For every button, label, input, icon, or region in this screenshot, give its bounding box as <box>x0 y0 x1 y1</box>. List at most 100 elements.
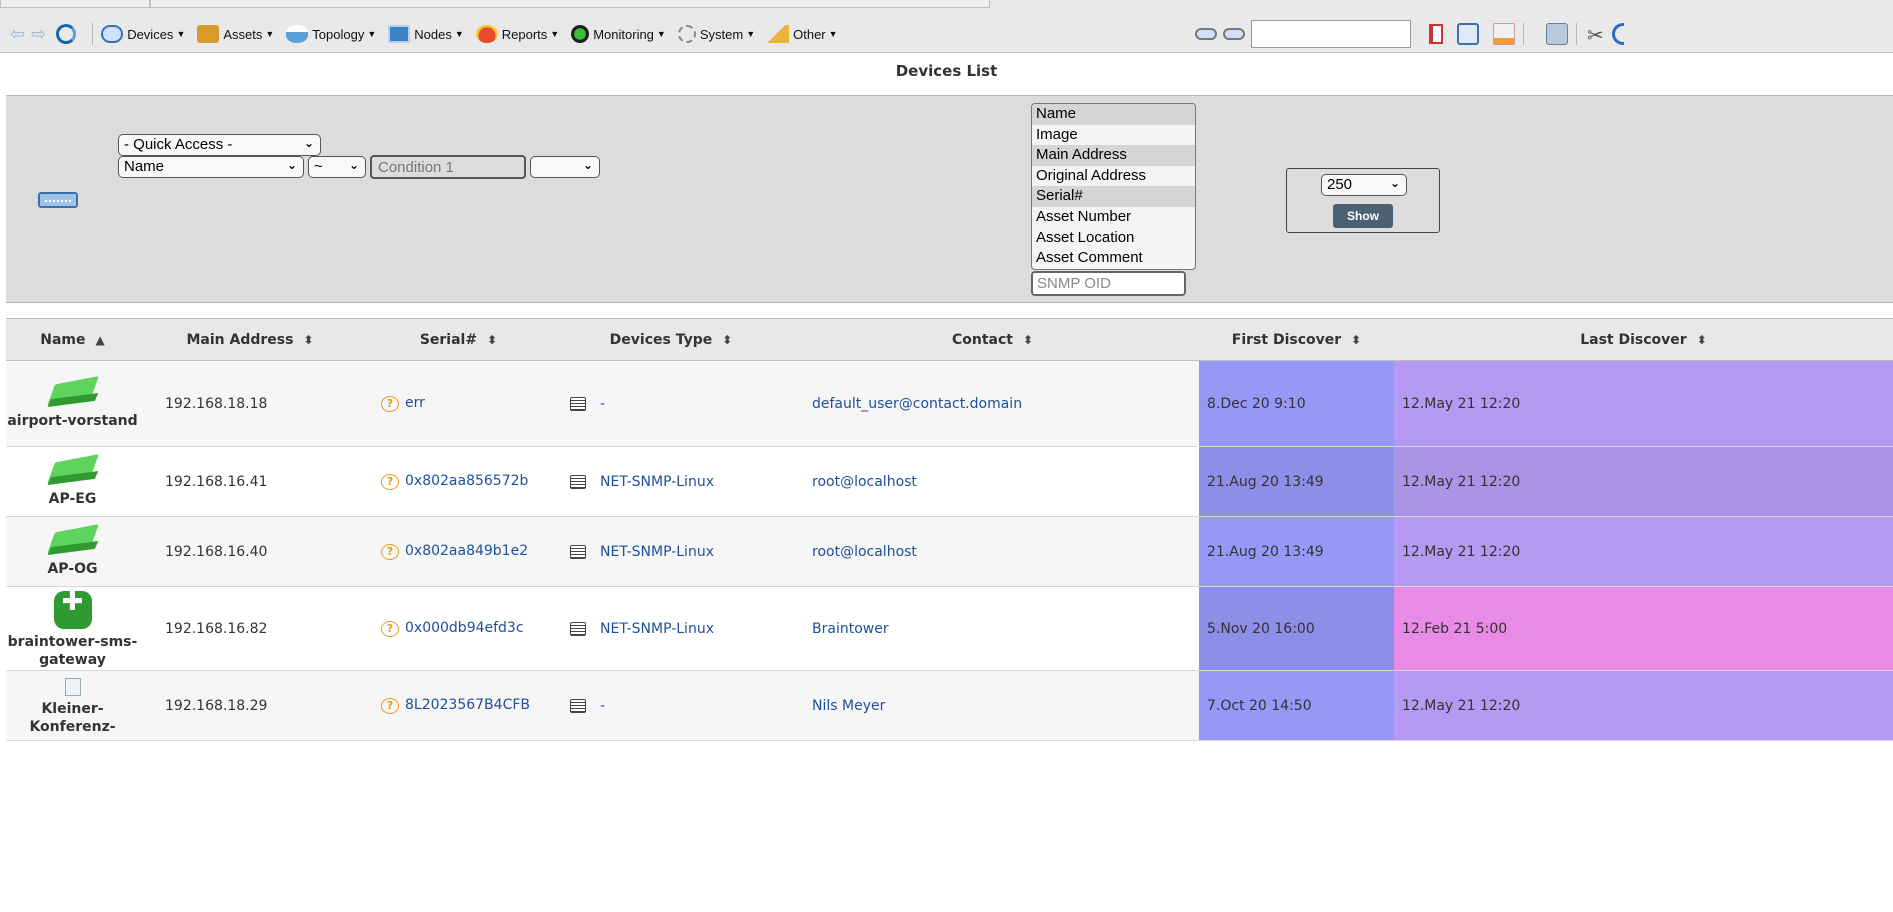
toolbar-menu-row: ⇦ ⇨ Devices ▼ Assets ▼ Topology ▼ Nodes ▼ Report… <box>10 22 850 46</box>
show-button[interactable]: Show <box>1333 204 1393 228</box>
export-pdf-icon[interactable] <box>1493 23 1515 45</box>
device-type-icon <box>570 396 586 411</box>
caret-down-icon: ▼ <box>550 29 560 39</box>
serial-link[interactable]: err <box>405 395 425 411</box>
question-icon[interactable]: ? <box>381 474 399 490</box>
help-icon[interactable] <box>1611 23 1624 45</box>
serial-cell: ? 0x000db94efd3c <box>361 586 556 671</box>
device-name[interactable]: braintower-sms-gateway <box>8 634 138 668</box>
sort-ascending-icon: ▲ <box>95 332 105 347</box>
column-multiselect[interactable]: Name Image Main Address Original Address Ser… <box>1031 103 1196 270</box>
chevron-down-icon: ⌄ <box>1389 176 1400 190</box>
last-discover-date: 12.May 21 12:20 <box>1402 543 1521 560</box>
device-type-link[interactable]: NET-SNMP-Linux <box>600 621 714 637</box>
condition-input[interactable]: Condition 1 <box>370 155 526 179</box>
print-icon[interactable] <box>1457 23 1479 45</box>
device-name[interactable]: Kleiner-Konferenz- <box>29 701 115 735</box>
device-type-link[interactable]: - <box>600 396 605 412</box>
field-select[interactable]: Name ⌄ <box>118 156 304 178</box>
main-address: 192.168.16.82 <box>165 620 268 637</box>
contact-link[interactable]: default_user@contact.domain <box>812 396 1022 412</box>
menu-reports[interactable]: Reports ▼ <box>475 25 560 43</box>
column-header[interactable]: First Discover ⬍ <box>1199 318 1394 361</box>
last-discover-cell: 12.May 21 12:20 <box>1394 516 1893 587</box>
column-option[interactable]: Main Address <box>1032 145 1195 166</box>
operator-select[interactable]: ~ ⌄ <box>308 156 366 178</box>
caret-down-icon: ▼ <box>176 29 186 39</box>
first-discover-date: 5.Nov 20 16:00 <box>1207 620 1315 637</box>
menu-other[interactable]: Other ▼ <box>767 25 838 43</box>
quick-access-select[interactable]: - Quick Access - ⌄ <box>118 134 321 156</box>
menu-nodes[interactable]: Nodes ▼ <box>388 25 464 43</box>
menu-assets[interactable]: Assets ▼ <box>197 25 274 43</box>
column-header[interactable]: Devices Type ⬍ <box>556 318 786 361</box>
column-option[interactable]: Serial# <box>1032 186 1195 207</box>
column-header[interactable]: Last Discover ⬍ <box>1394 318 1893 361</box>
device-name[interactable]: AP-OG <box>47 561 97 577</box>
question-icon[interactable]: ? <box>381 621 399 637</box>
menu-label: Other <box>793 26 826 42</box>
first-discover-cell: 8.Dec 20 9:10 <box>1199 360 1394 447</box>
table-row[interactable]: airport-vorstand 192.168.18.18? err - defaul… <box>6 360 1893 447</box>
column-option[interactable]: Name <box>1032 104 1195 125</box>
column-option[interactable]: Asset Location <box>1032 228 1195 249</box>
column-option[interactable]: Original Address <box>1032 166 1195 187</box>
menu-devices[interactable]: Devices ▼ <box>101 25 185 43</box>
condition-extra-select[interactable]: ⌄ <box>530 156 600 178</box>
device-name-cell[interactable]: AP-OG <box>6 516 139 587</box>
question-icon[interactable]: ? <box>381 698 399 714</box>
device-type-link[interactable]: - <box>600 698 605 714</box>
refresh-icon[interactable] <box>56 24 77 44</box>
device-name-cell[interactable]: AP-EG <box>6 446 139 517</box>
device-name-cell[interactable]: braintower-sms-gateway <box>6 586 139 671</box>
other-icon <box>767 25 790 43</box>
devices-table: Name ▲ Main Address ⬍ Serial# ⬍ Devices Type ⬍ C… <box>6 318 1893 741</box>
serial-link[interactable]: 0x802aa856572b <box>405 473 528 489</box>
column-option[interactable]: Asset Number <box>1032 207 1195 228</box>
table-row[interactable]: Kleiner-Konferenz- 192.168.18.29? 8L202356… <box>6 670 1893 741</box>
column-header[interactable]: Name ▲ <box>6 318 139 361</box>
contact-link[interactable]: root@localhost <box>812 544 917 560</box>
device-list-icon[interactable] <box>1223 28 1245 40</box>
menu-monitoring[interactable]: Monitoring ▼ <box>571 25 666 43</box>
device-type-link[interactable]: NET-SNMP-Linux <box>600 474 714 490</box>
column-option[interactable]: Asset Comment <box>1032 248 1195 269</box>
menu-topology[interactable]: Topology ▼ <box>286 25 376 43</box>
column-header[interactable]: Contact ⬍ <box>786 318 1199 361</box>
table-row[interactable]: AP-EG 192.168.16.41? 0x802aa856572b NET-SNM… <box>6 446 1893 517</box>
upload-icon[interactable] <box>1546 23 1568 45</box>
serial-link[interactable]: 0x802aa849b1e2 <box>405 543 528 559</box>
device-name-cell[interactable]: airport-vorstand <box>6 360 139 447</box>
page-size-select[interactable]: 250 ⌄ <box>1321 174 1407 196</box>
column-option[interactable]: Image <box>1032 125 1195 146</box>
assets-icon <box>197 25 220 43</box>
question-icon[interactable]: ? <box>381 396 399 412</box>
column-header[interactable]: Main Address ⬍ <box>139 318 361 361</box>
contact-link[interactable]: Nils Meyer <box>812 698 885 714</box>
forward-arrow-icon[interactable]: ⇨ <box>31 24 46 45</box>
table-row[interactable]: AP-OG 192.168.16.40? 0x802aa849b1e2 NET-SNM… <box>6 516 1893 587</box>
device-name[interactable]: airport-vorstand <box>7 413 137 429</box>
device-view-icon[interactable] <box>1195 28 1217 40</box>
device-name-cell[interactable]: Kleiner-Konferenz- <box>6 670 139 741</box>
page-title: Devices List <box>895 62 998 80</box>
serial-link[interactable]: 8L2023567B4CFB <box>405 697 530 713</box>
snmp-oid-input[interactable]: SNMP OID <box>1031 271 1186 296</box>
back-arrow-icon[interactable]: ⇦ <box>10 24 25 45</box>
toolbar-search-input[interactable] <box>1251 20 1411 48</box>
serial-link[interactable]: 0x000db94efd3c <box>405 620 524 636</box>
table-row[interactable]: braintower-sms-gateway 192.168.16.82? 0x00… <box>6 586 1893 671</box>
device-type-link[interactable]: NET-SNMP-Linux <box>600 544 714 560</box>
contact-cell: root@localhost <box>786 446 1199 517</box>
column-header[interactable]: Serial# ⬍ <box>361 318 556 361</box>
menu-system[interactable]: System ▼ <box>677 25 755 43</box>
gateway-icon <box>53 591 92 629</box>
device-name[interactable]: AP-EG <box>49 491 97 507</box>
question-icon[interactable]: ? <box>381 544 399 560</box>
contact-link[interactable]: Braintower <box>812 621 889 637</box>
device-type-cell: - <box>556 360 786 447</box>
bookmark-icon[interactable] <box>1429 24 1443 44</box>
tools-icon[interactable]: ✂ <box>1587 23 1604 47</box>
reports-icon <box>475 25 498 43</box>
contact-link[interactable]: root@localhost <box>812 474 917 490</box>
